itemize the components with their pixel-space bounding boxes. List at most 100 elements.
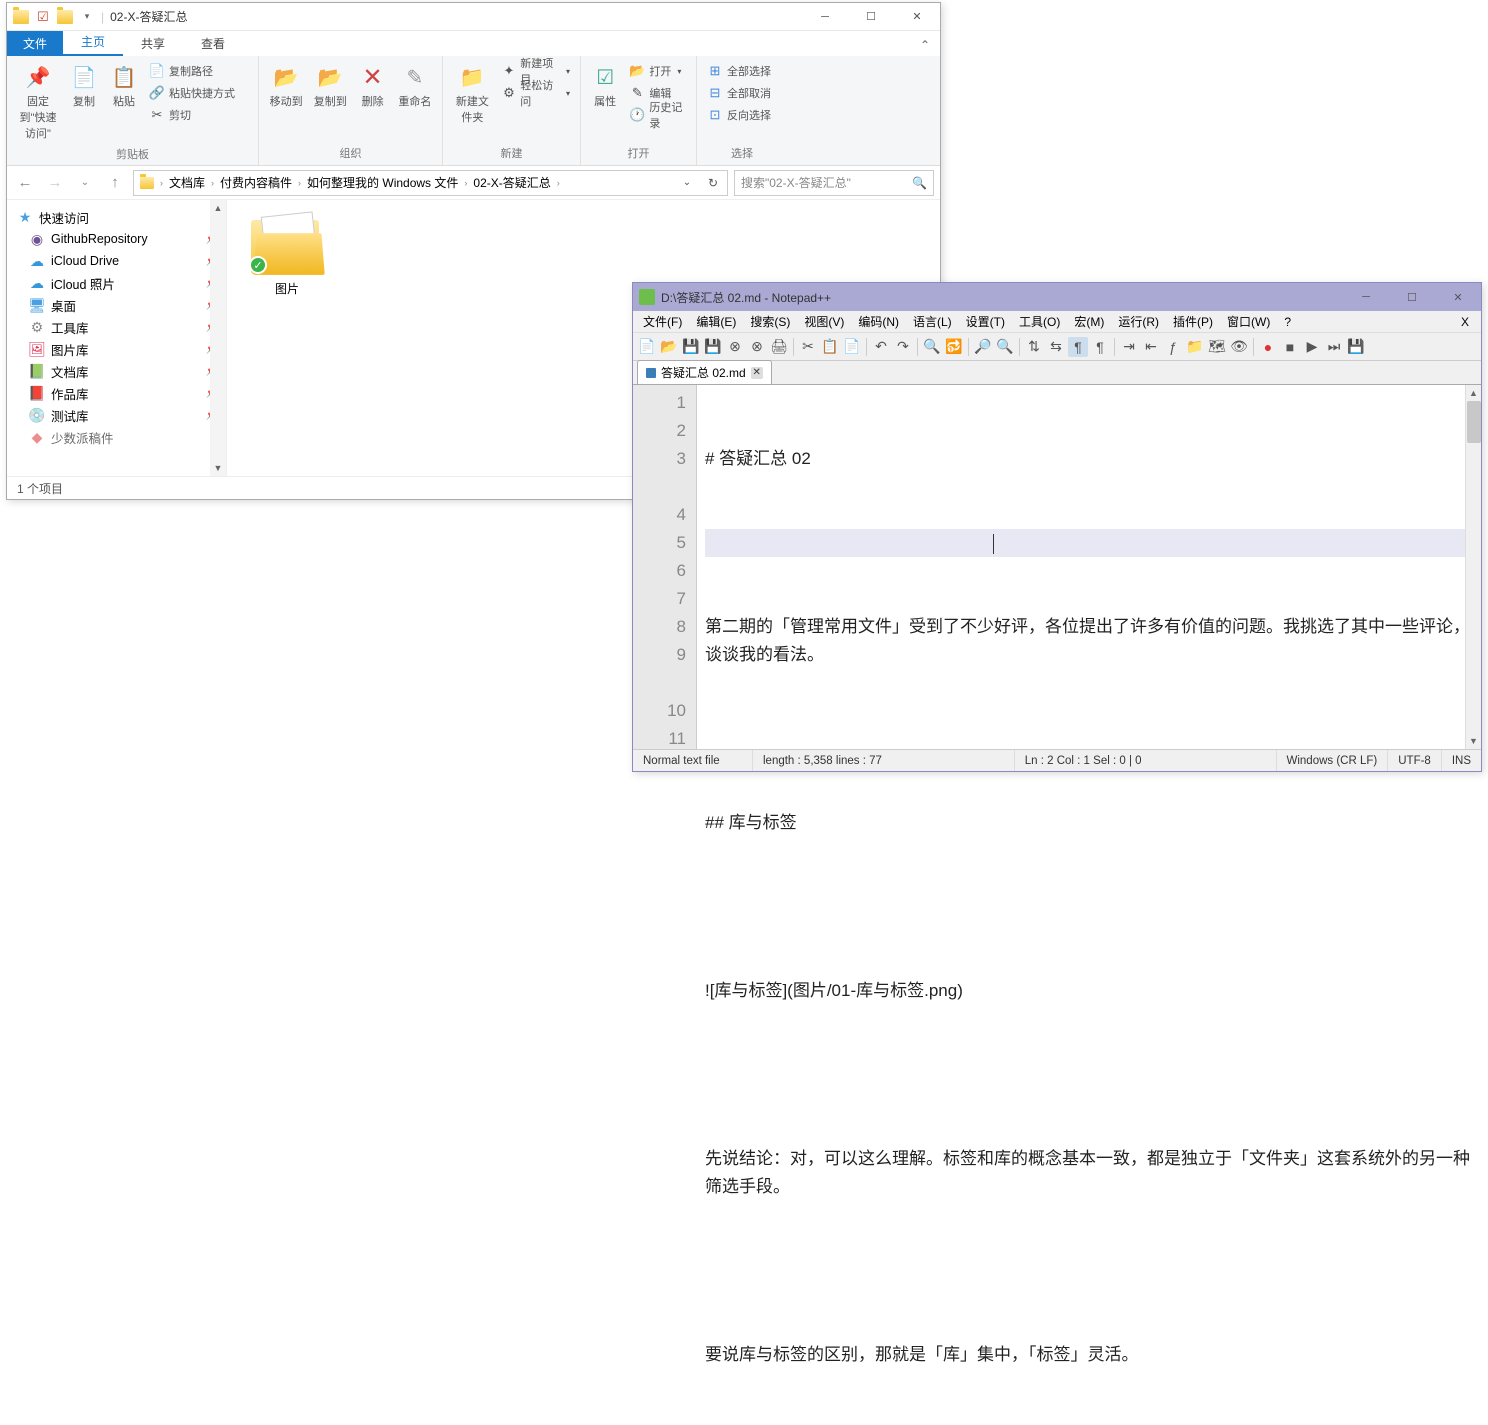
play-icon[interactable]: ▶	[1302, 337, 1322, 357]
close-icon[interactable]: ⊗	[725, 337, 745, 357]
minimize-button[interactable]: ─	[802, 3, 848, 31]
navigation-pane[interactable]: ★快速访问 ◉GithubRepository📌 ☁iCloud Drive📌 …	[7, 200, 227, 476]
save-icon[interactable]: 💾	[681, 337, 701, 357]
copy-button[interactable]: 📄复制	[65, 60, 103, 112]
menu-settings[interactable]: 设置(T)	[960, 311, 1011, 332]
close-button[interactable]: ✕	[894, 3, 940, 31]
menu-help[interactable]: ?	[1278, 313, 1297, 331]
new-folder-button[interactable]: 📁新建文件夹	[449, 60, 496, 128]
rename-button[interactable]: ✎重命名	[394, 60, 436, 112]
menu-plugins[interactable]: 插件(P)	[1167, 311, 1219, 332]
cut-icon[interactable]: ✂	[798, 337, 818, 357]
menu-macro[interactable]: 宏(M)	[1068, 311, 1110, 332]
wrap-icon[interactable]: ¶	[1068, 337, 1088, 357]
undo-icon[interactable]: ↶	[871, 337, 891, 357]
dropdown-icon[interactable]: ⌄	[675, 177, 699, 188]
nav-item[interactable]: 🖼图片库📌	[7, 338, 226, 360]
qat-properties-icon[interactable]: ☑	[33, 7, 53, 27]
paste-button[interactable]: 📋粘贴	[105, 60, 143, 112]
breadcrumb-item[interactable]: 付费内容稿件	[216, 172, 296, 193]
func-list-icon[interactable]: ƒ	[1163, 337, 1183, 357]
pin-quick-access-button[interactable]: 📌固定到"快速访问"	[13, 60, 63, 144]
save-all-icon[interactable]: 💾	[703, 337, 723, 357]
menu-search[interactable]: 搜索(S)	[744, 311, 796, 332]
stop-icon[interactable]: ■	[1280, 337, 1300, 357]
nav-item[interactable]: ⚙工具库📌	[7, 316, 226, 338]
nav-item[interactable]: 📗文档库📌	[7, 360, 226, 382]
search-input[interactable]: 搜索"02-X-答疑汇总" 🔍	[734, 170, 934, 196]
notepad-titlebar[interactable]: D:\答疑汇总 02.md - Notepad++ ─ ☐ ✕	[633, 283, 1481, 311]
paste-shortcut-button[interactable]: 🔗粘贴快捷方式	[145, 82, 239, 104]
back-button[interactable]: ←	[13, 171, 37, 195]
play-multi-icon[interactable]: ⏭	[1324, 337, 1344, 357]
folder-view-icon[interactable]: 📁	[1185, 337, 1205, 357]
menu-edit[interactable]: 编辑(E)	[690, 311, 742, 332]
zoom-in-icon[interactable]: 🔎	[973, 337, 993, 357]
nav-item[interactable]: ◆少数派稿件	[7, 426, 226, 448]
scrollbar-thumb[interactable]	[1467, 401, 1481, 443]
delete-button[interactable]: ✕删除	[353, 60, 391, 112]
zoom-out-icon[interactable]: 🔍	[995, 337, 1015, 357]
search-icon[interactable]: 🔍	[912, 176, 927, 190]
breadcrumb-item[interactable]: 02-X-答疑汇总	[469, 172, 554, 193]
history-button[interactable]: 🕐历史记录	[625, 104, 690, 126]
paste-icon[interactable]: 📄	[842, 337, 862, 357]
folder-item[interactable]: ✓ 图片	[239, 212, 335, 297]
copy-to-button[interactable]: 📂复制到	[309, 60, 351, 112]
quick-access-header[interactable]: ★快速访问	[7, 206, 226, 228]
menu-encoding[interactable]: 编码(N)	[852, 311, 905, 332]
editor[interactable]: 1 2 3 4 5 6 7 8 9 10 11 # 答疑汇总 02 第二期的「管…	[633, 385, 1481, 749]
minimize-button[interactable]: ─	[1343, 283, 1389, 311]
nav-item[interactable]: 📕作品库📌	[7, 382, 226, 404]
menu-close-x[interactable]: X	[1453, 313, 1477, 331]
print-icon[interactable]: 🖨	[769, 337, 789, 357]
copy-icon[interactable]: 📋	[820, 337, 840, 357]
tab-close-icon[interactable]: ✕	[751, 367, 763, 379]
show-chars-icon[interactable]: ¶	[1090, 337, 1110, 357]
maximize-button[interactable]: ☐	[848, 3, 894, 31]
nav-item[interactable]: ◉GithubRepository📌	[7, 228, 226, 250]
select-none-button[interactable]: ⊟全部取消	[703, 82, 775, 104]
code-area[interactable]: # 答疑汇总 02 第二期的「管理常用文件」受到了不少好评，各位提出了许多有价值…	[697, 385, 1481, 749]
invert-selection-button[interactable]: ⊡反向选择	[703, 104, 775, 126]
copy-path-button[interactable]: 📄复制路径	[145, 60, 239, 82]
tab-share[interactable]: 共享	[123, 31, 183, 56]
sync-h-icon[interactable]: ⇆	[1046, 337, 1066, 357]
menu-language[interactable]: 语言(L)	[907, 311, 958, 332]
document-tab[interactable]: 答疑汇总 02.md ✕	[637, 360, 772, 384]
breadcrumb[interactable]: › 文档库› 付费内容稿件› 如何整理我的 Windows 文件› 02-X-答…	[133, 170, 728, 196]
up-button[interactable]: ↑	[103, 171, 127, 195]
breadcrumb-item[interactable]: 文档库	[165, 172, 209, 193]
new-icon[interactable]: 📄	[637, 337, 657, 357]
menu-window[interactable]: 窗口(W)	[1221, 311, 1276, 332]
tab-home[interactable]: 主页	[63, 29, 123, 56]
indent-icon[interactable]: ⇥	[1119, 337, 1139, 357]
nav-scrollbar[interactable]: ▲ ▼	[210, 200, 226, 476]
monitor-icon[interactable]: 👁	[1229, 337, 1249, 357]
forward-button[interactable]: →	[43, 171, 67, 195]
properties-button[interactable]: ☑属性	[587, 60, 623, 112]
doc-map-icon[interactable]: 🗺	[1207, 337, 1227, 357]
menu-tools[interactable]: 工具(O)	[1013, 311, 1066, 332]
move-to-button[interactable]: 📂移动到	[265, 60, 307, 112]
qat-dropdown-icon[interactable]: ▾	[77, 7, 97, 27]
easy-access-button[interactable]: ⚙轻松访问▾	[498, 82, 574, 104]
nav-item[interactable]: 🖥桌面📌	[7, 294, 226, 316]
nav-item[interactable]: ☁iCloud Drive📌	[7, 250, 226, 272]
nav-item[interactable]: 💿测试库📌	[7, 404, 226, 426]
maximize-button[interactable]: ☐	[1389, 283, 1435, 311]
open-icon[interactable]: 📂	[659, 337, 679, 357]
replace-icon[interactable]: 🔂	[944, 337, 964, 357]
select-all-button[interactable]: ⊞全部选择	[703, 60, 775, 82]
nav-item[interactable]: ☁iCloud 照片📌	[7, 272, 226, 294]
redo-icon[interactable]: ↷	[893, 337, 913, 357]
breadcrumb-item[interactable]: 如何整理我的 Windows 文件	[303, 172, 462, 193]
menu-run[interactable]: 运行(R)	[1112, 311, 1165, 332]
menu-file[interactable]: 文件(F)	[637, 311, 688, 332]
ribbon-collapse-icon[interactable]: ⌃	[910, 34, 940, 56]
find-icon[interactable]: 🔍	[922, 337, 942, 357]
open-button[interactable]: 📂打开▾	[625, 60, 690, 82]
save-macro-icon[interactable]: 💾	[1346, 337, 1366, 357]
tab-view[interactable]: 查看	[183, 31, 243, 56]
outdent-icon[interactable]: ⇤	[1141, 337, 1161, 357]
